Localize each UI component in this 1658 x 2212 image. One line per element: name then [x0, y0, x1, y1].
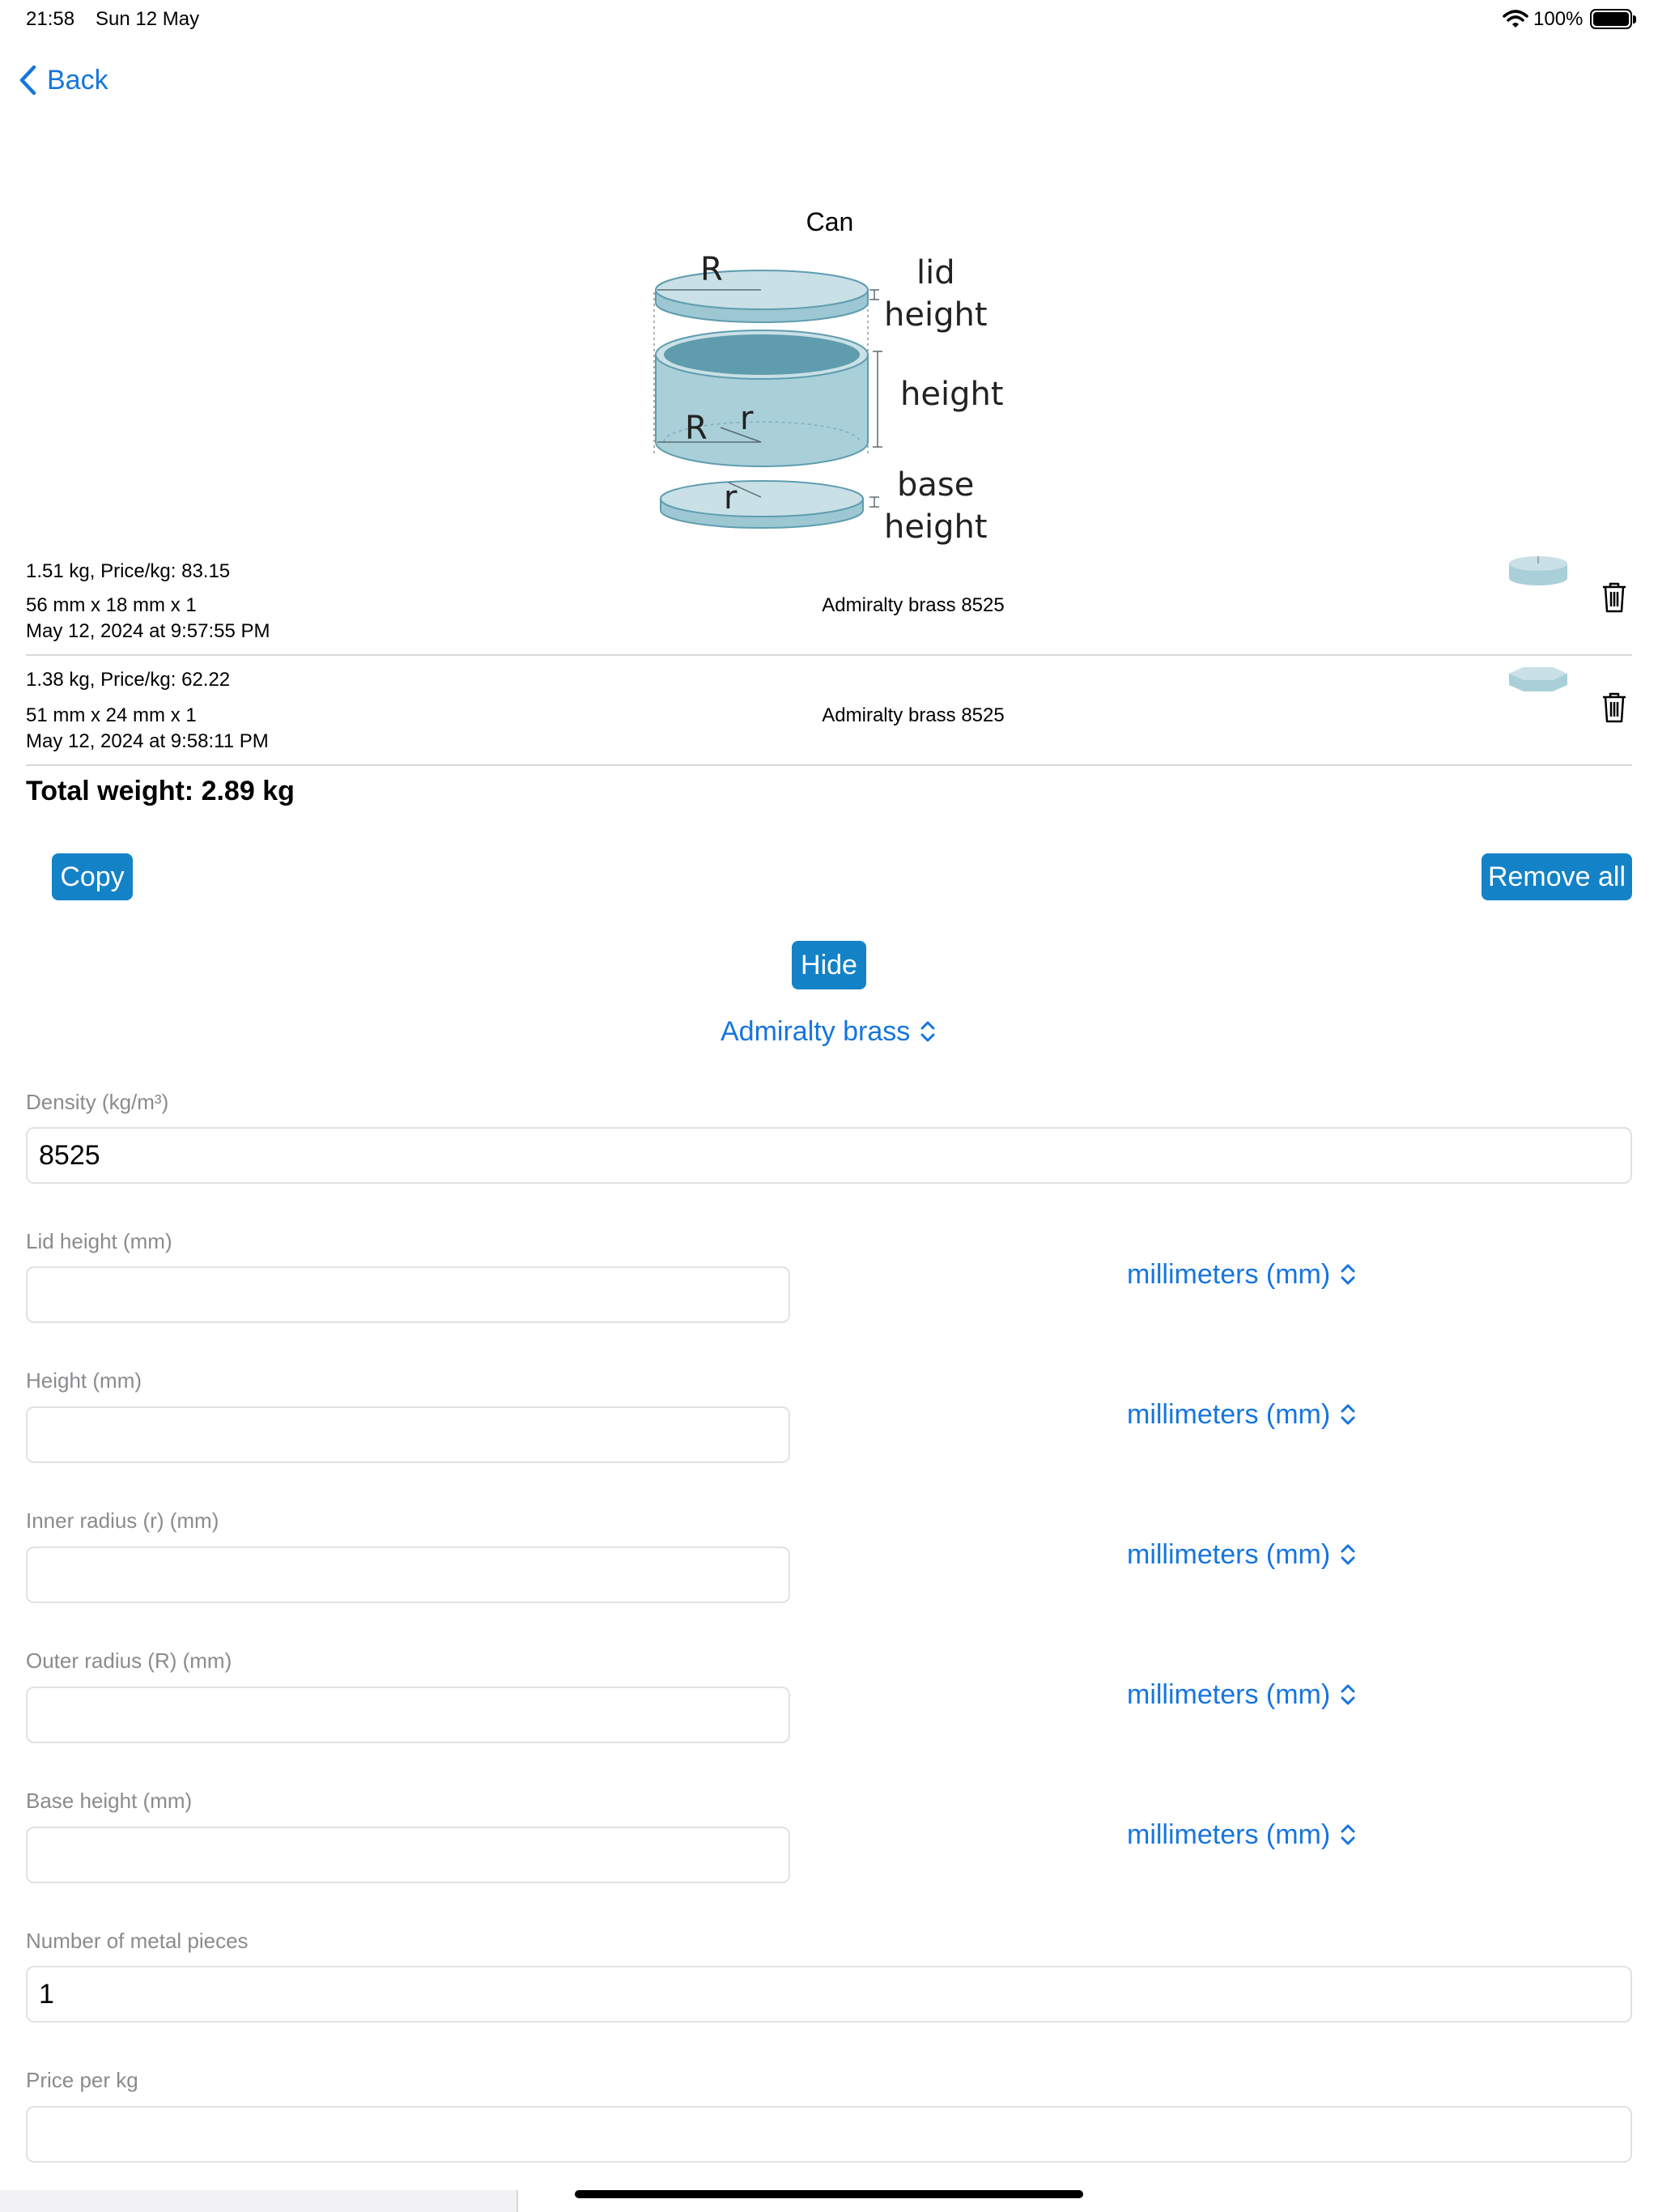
price-label: Price per kg [26, 2068, 138, 2092]
back-button[interactable]: Back [18, 62, 108, 99]
chevron-up-down-icon [1341, 1264, 1355, 1285]
pieces-input[interactable]: 1 [26, 1966, 1632, 2023]
battery-icon [1590, 9, 1632, 29]
list-separator [26, 654, 1632, 656]
base-height-unit-picker[interactable]: millimeters (mm) [1127, 1815, 1356, 1854]
price-input[interactable] [26, 2106, 1632, 2163]
chevron-up-down-icon [1341, 1684, 1355, 1705]
outer-radius-input[interactable] [26, 1687, 790, 1743]
label-lid-height-2: height [884, 296, 988, 334]
unit-label: millimeters (mm) [1127, 1538, 1331, 1570]
label-outer-r-mid: R [685, 410, 708, 447]
unit-label: millimeters (mm) [1127, 1258, 1331, 1290]
trash-icon[interactable] [1601, 581, 1627, 614]
list-separator [26, 764, 1632, 766]
outer-radius-label: Outer radius (R) (mm) [26, 1648, 232, 1673]
chevron-up-down-icon [1341, 1404, 1355, 1425]
cylinder-thumbnail-icon [1509, 556, 1567, 585]
wifi-icon [1503, 10, 1528, 28]
hide-button[interactable]: Hide [792, 941, 866, 989]
lid-height-unit-picker[interactable]: millimeters (mm) [1127, 1255, 1356, 1294]
back-label: Back [47, 64, 108, 96]
home-indicator[interactable] [575, 2190, 1083, 2198]
label-inner-r-mid: r [740, 400, 754, 437]
label-base-height-1: base [897, 466, 974, 504]
status-date: Sun 12 May [96, 8, 200, 30]
history-material: Admiralty brass 8525 [822, 594, 1005, 616]
height-unit-picker[interactable]: millimeters (mm) [1127, 1395, 1356, 1434]
label-height: height [900, 376, 1004, 413]
label-inner-r-bottom: r [724, 479, 738, 517]
inner-radius-unit-picker[interactable]: millimeters (mm) [1127, 1535, 1356, 1574]
material-picker-label: Admiralty brass [721, 1015, 911, 1047]
can-diagram: R lid height height R r r base height [653, 251, 1004, 546]
copy-button[interactable]: Copy [52, 853, 133, 900]
unit-label: millimeters (mm) [1127, 1398, 1331, 1430]
trash-icon[interactable] [1601, 691, 1627, 724]
chevron-left-icon [19, 65, 36, 96]
lid-height-input[interactable] [26, 1266, 790, 1323]
label-outer-r-top: R [700, 251, 723, 288]
chevron-up-down-icon [1341, 1824, 1355, 1845]
shape-title: Can [806, 207, 854, 236]
history-dimensions: 56 mm x 18 mm x 1 [26, 594, 197, 616]
chevron-up-down-icon [1341, 1544, 1355, 1565]
total-weight: Total weight: 2.89 kg [26, 776, 295, 806]
chevron-up-down-icon [920, 1021, 935, 1042]
label-base-height-2: height [884, 508, 988, 546]
bottom-panel-edge [0, 2190, 518, 2212]
label-lid-height-1: lid [916, 254, 955, 291]
base-height-label: Base height (mm) [26, 1789, 193, 1813]
battery-percent: 100% [1533, 8, 1584, 30]
status-time: 21:58 [26, 8, 75, 30]
history-timestamp: May 12, 2024 at 9:57:55 PM [26, 620, 270, 642]
material-picker[interactable]: Admiralty brass [721, 1012, 936, 1051]
height-label: Height (mm) [26, 1368, 142, 1393]
hexagon-prism-thumbnail-icon [1509, 667, 1567, 691]
density-label: Density (kg/m³) [26, 1090, 169, 1114]
history-summary: 1.51 kg, Price/kg: 83.15 [26, 560, 231, 582]
base-height-input[interactable] [26, 1827, 790, 1883]
unit-label: millimeters (mm) [1127, 1819, 1331, 1850]
lid-height-label: Lid height (mm) [26, 1229, 172, 1253]
inner-radius-input[interactable] [26, 1546, 790, 1603]
unit-label: millimeters (mm) [1127, 1678, 1331, 1710]
history-dimensions: 51 mm x 24 mm x 1 [26, 704, 197, 726]
pieces-label: Number of metal pieces [26, 1929, 249, 1953]
history-timestamp: May 12, 2024 at 9:58:11 PM [26, 730, 269, 752]
inner-radius-label: Inner radius (r) (mm) [26, 1508, 219, 1533]
height-input[interactable] [26, 1406, 790, 1463]
history-material: Admiralty brass 8525 [822, 704, 1005, 726]
remove-all-button[interactable]: Remove all [1482, 853, 1632, 900]
outer-radius-unit-picker[interactable]: millimeters (mm) [1127, 1675, 1356, 1714]
battery-tip [1633, 15, 1636, 23]
history-summary: 1.38 kg, Price/kg: 62.22 [26, 669, 231, 691]
density-input[interactable]: 8525 [26, 1127, 1632, 1184]
